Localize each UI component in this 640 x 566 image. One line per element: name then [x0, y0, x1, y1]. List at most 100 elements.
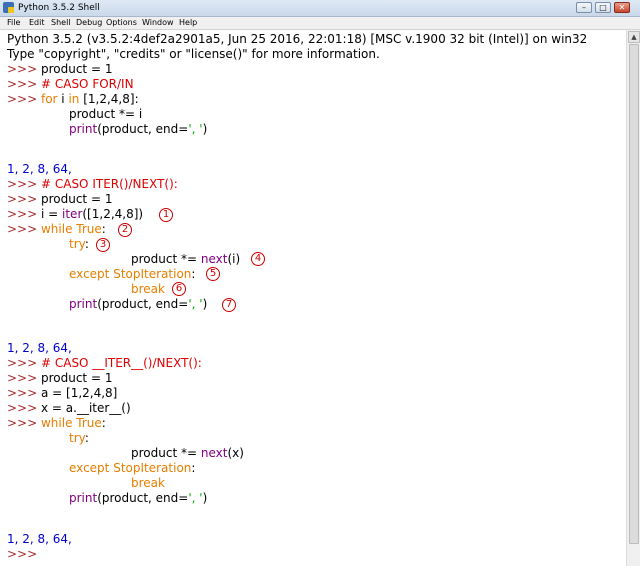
keyword: break [131, 476, 165, 490]
prompt: >>> [7, 416, 41, 430]
prompt: >>> [7, 177, 41, 191]
code-line: print(product, end=', ') [69, 297, 207, 312]
code-line: >>> # CASO FOR/IN [7, 77, 134, 92]
code-line: except StopIteration: [69, 461, 195, 476]
code-line: try: [69, 431, 89, 446]
menu-edit[interactable]: Edit [29, 17, 45, 29]
code-text: (i) [227, 252, 241, 266]
minimize-button[interactable]: – [576, 2, 592, 13]
code-text: product = 1 [40, 371, 113, 385]
code-line: print(product, end=', ') [69, 122, 207, 137]
vertical-scrollbar[interactable]: ▲ [626, 30, 640, 566]
code-line: >>> # CASO __ITER__()/NEXT(): [7, 356, 202, 371]
maximize-button[interactable]: □ [595, 2, 611, 13]
menu-shell[interactable]: Shell [51, 17, 71, 29]
builtin: print [69, 122, 98, 136]
prompt: >>> [7, 77, 41, 91]
code-line: >>> for i in [1,2,4,8]: [7, 92, 139, 107]
scroll-thumb[interactable] [629, 44, 639, 544]
code-line: print(product, end=', ') [69, 491, 207, 506]
code-text: : [84, 237, 89, 251]
current-prompt[interactable]: >>> [7, 547, 41, 562]
menu-debug[interactable]: Debug [76, 17, 102, 29]
output-line: 1, 2, 8, 64, [7, 341, 72, 355]
code-text: product *= [131, 446, 201, 460]
keyword: break [131, 282, 165, 296]
keyword: StopIteration [113, 461, 192, 475]
string: ', ' [188, 122, 203, 136]
close-button[interactable]: ✕ [614, 2, 630, 13]
code-text: i = [40, 207, 63, 221]
menu-window[interactable]: Window [142, 17, 174, 29]
code-text: ) [202, 491, 208, 505]
menu-file[interactable]: File [7, 17, 20, 29]
code-line: >>> product = 1 [7, 371, 112, 386]
code-line: >>> x = a.__iter__() [7, 401, 131, 416]
string: ', ' [188, 491, 203, 505]
string: ', ' [188, 297, 203, 311]
marker-3: 3 [96, 238, 110, 252]
builtin: next [200, 446, 228, 460]
prompt: >>> [7, 192, 41, 206]
code-line: >>> product = 1 [7, 62, 112, 77]
code-line: except StopIteration: [69, 267, 195, 282]
prompt: >>> [7, 386, 41, 400]
builtin: next [200, 252, 228, 266]
marker-5: 5 [206, 267, 220, 281]
keyword: while [40, 416, 73, 430]
menu-help[interactable]: Help [179, 17, 197, 29]
code-text: : [191, 267, 196, 281]
code-line: >>> i = iter([1,2,4,8]) [7, 207, 143, 222]
marker-4: 4 [251, 252, 265, 266]
scroll-up-icon[interactable]: ▲ [628, 31, 640, 43]
python-icon [3, 2, 14, 13]
code-line: product *= i [69, 107, 143, 121]
code-text: ) [202, 297, 208, 311]
output-line: 1, 2, 8, 64, [7, 532, 72, 546]
code-text: : [84, 431, 89, 445]
title-bar: Python 3.5.2 Shell – □ ✕ [0, 0, 640, 17]
builtin: print [69, 491, 98, 505]
code-text: (product, end= [97, 122, 189, 136]
code-line: >>> a = [1,2,4,8] [7, 386, 117, 401]
code-text: product = 1 [40, 62, 113, 76]
comment: # CASO ITER()/NEXT(): [40, 177, 178, 191]
code-line: product *= next(x) [131, 446, 244, 461]
code-text: i [57, 92, 69, 106]
keyword: True [76, 416, 102, 430]
shell-text-area[interactable]: Python 3.5.2 (v3.5.2:4def2a2901a5, Jun 2… [0, 30, 626, 566]
code-text: (x) [227, 446, 244, 460]
code-line: >>> while True: [7, 222, 106, 237]
marker-2: 2 [118, 223, 132, 237]
code-line: >>> # CASO ITER()/NEXT(): [7, 177, 178, 192]
prompt: >>> [7, 356, 41, 370]
code-text: a = [1,2,4,8] [40, 386, 118, 400]
keyword: StopIteration [113, 267, 192, 281]
code-line: product *= next(i) [131, 252, 240, 267]
prompt: >>> [7, 92, 41, 106]
comment: # CASO FOR/IN [40, 77, 134, 91]
code-text: ([1,2,4,8]) [82, 207, 144, 221]
menu-options[interactable]: Options [106, 17, 137, 29]
prompt: >>> [7, 207, 41, 221]
keyword: while [40, 222, 73, 236]
code-text: : [101, 222, 106, 236]
info-banner: Type "copyright", "credits" or "license(… [7, 47, 380, 61]
prompt: >>> [7, 62, 41, 76]
keyword: try [69, 431, 85, 445]
code-text: : [191, 461, 196, 475]
keyword: try [69, 237, 85, 251]
code-text: x = a.__iter__() [40, 401, 131, 415]
comment: # CASO __ITER__()/NEXT(): [40, 356, 202, 370]
keyword: except [69, 461, 110, 475]
keyword: for [40, 92, 58, 106]
keyword: in [68, 92, 80, 106]
code-text: : [101, 416, 106, 430]
marker-7: 7 [222, 298, 236, 312]
output-line: 1, 2, 8, 64, [7, 162, 72, 176]
code-text: product *= [131, 252, 201, 266]
code-line: try: [69, 237, 89, 252]
code-text: (product, end= [97, 491, 189, 505]
prompt: >>> [7, 371, 41, 385]
code-text: ) [202, 122, 208, 136]
